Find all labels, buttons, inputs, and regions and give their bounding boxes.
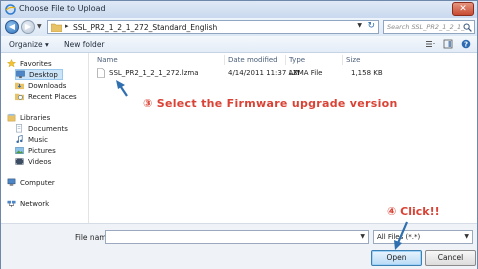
desktop-icon bbox=[16, 70, 25, 79]
navigation-pane: Favorites Desktop Downloads Recent Place… bbox=[1, 53, 89, 223]
sidebar-item-label: Desktop bbox=[29, 70, 58, 79]
file-name: SSL_PR2_1_2_1_272.lzma bbox=[109, 69, 199, 77]
help-icon[interactable]: ? bbox=[461, 39, 471, 49]
search-input[interactable]: Search SSL_PR2_1_2_1_272_Sta... bbox=[383, 20, 475, 34]
new-folder-button[interactable]: New folder bbox=[64, 40, 105, 49]
sidebar-item-label: Network bbox=[20, 199, 50, 208]
column-header-name[interactable]: Name bbox=[97, 56, 118, 64]
documents-icon bbox=[16, 124, 23, 133]
forward-button[interactable]: ▶ bbox=[21, 20, 35, 34]
column-divider[interactable] bbox=[285, 55, 286, 65]
file-type-select[interactable]: All Files (*.*) ▼ bbox=[373, 230, 473, 244]
step3-annotation: ③ Select the Firmware upgrade version bbox=[143, 97, 398, 110]
recent-places-icon bbox=[15, 93, 24, 101]
sidebar-item-recent-places[interactable]: Recent Places bbox=[15, 91, 77, 102]
file-type-dropdown-icon[interactable]: ▼ bbox=[464, 233, 469, 240]
open-button[interactable]: Open bbox=[371, 250, 422, 266]
sidebar-item-videos[interactable]: Videos bbox=[15, 156, 51, 167]
sidebar-item-label: Music bbox=[28, 135, 48, 144]
sidebar-item-downloads[interactable]: Downloads bbox=[15, 80, 66, 91]
column-header-type[interactable]: Type bbox=[289, 56, 305, 64]
pictures-icon bbox=[15, 147, 24, 154]
libraries-icon bbox=[7, 113, 16, 122]
column-header-size[interactable]: Size bbox=[346, 56, 360, 64]
sidebar-item-label: Downloads bbox=[28, 81, 67, 90]
address-bar: ◀ ▶ ▼ ▸ SSL_PR2_1_2_1_272_Standard_Engli… bbox=[1, 18, 477, 36]
sidebar-item-label: Videos bbox=[28, 157, 52, 166]
main-area: Favorites Desktop Downloads Recent Place… bbox=[1, 53, 477, 223]
path-dropdown-icon[interactable]: ▼ bbox=[357, 22, 362, 29]
music-icon bbox=[16, 135, 23, 144]
file-list: Name Date modified Type Size SSL_PR2_1_2… bbox=[90, 53, 477, 223]
sidebar-item-documents[interactable]: Documents bbox=[15, 123, 68, 134]
organize-menu[interactable]: Organize ▾ bbox=[9, 40, 49, 49]
column-divider[interactable] bbox=[224, 55, 225, 65]
folder-icon bbox=[51, 23, 62, 32]
command-bar: Organize ▾ New folder ? bbox=[1, 36, 477, 53]
file-name-panel: File name: ▼ All Files (*.*) ▼ Open Canc… bbox=[1, 223, 477, 269]
file-row[interactable]: SSL_PR2_1_2_1_272.lzma 4/14/2011 11:37 A… bbox=[95, 68, 385, 79]
sidebar-item-music[interactable]: Music bbox=[15, 134, 48, 145]
column-divider[interactable] bbox=[342, 55, 343, 65]
cancel-button[interactable]: Cancel bbox=[425, 250, 476, 266]
file-size: 1,158 KB bbox=[351, 69, 383, 77]
downloads-icon bbox=[15, 82, 24, 90]
close-button[interactable]: ✕ bbox=[452, 2, 474, 16]
sidebar-item-pictures[interactable]: Pictures bbox=[15, 145, 56, 156]
videos-icon bbox=[15, 158, 24, 165]
sidebar-item-libraries[interactable]: Libraries bbox=[7, 112, 50, 123]
breadcrumb[interactable]: SSL_PR2_1_2_1_272_Standard_English bbox=[73, 23, 217, 32]
view-controls: ? bbox=[425, 39, 471, 49]
file-type: LZMA File bbox=[289, 69, 323, 77]
search-icon[interactable] bbox=[463, 23, 472, 32]
sidebar-item-label: Pictures bbox=[28, 146, 56, 155]
search-placeholder: Search SSL_PR2_1_2_1_272_Sta... bbox=[387, 23, 465, 31]
ie-icon bbox=[5, 4, 16, 15]
refresh-icon[interactable]: ↻ bbox=[367, 21, 375, 31]
view-options-icon[interactable] bbox=[425, 39, 435, 49]
sidebar-item-label: Computer bbox=[20, 178, 55, 187]
sidebar-item-label: Libraries bbox=[20, 113, 51, 122]
svg-text:?: ? bbox=[464, 41, 468, 49]
file-name-input[interactable]: ▼ bbox=[105, 230, 369, 244]
file-name-dropdown-icon[interactable]: ▼ bbox=[360, 233, 365, 240]
sidebar-item-label: Favorites bbox=[20, 59, 52, 68]
path-field[interactable]: ▸ SSL_PR2_1_2_1_272_Standard_English ▼ ↻ bbox=[47, 20, 379, 34]
computer-icon bbox=[7, 178, 16, 186]
history-dropdown-icon[interactable]: ▼ bbox=[37, 23, 45, 31]
file-icon bbox=[97, 68, 105, 78]
column-header-date-modified[interactable]: Date modified bbox=[228, 56, 278, 64]
star-icon bbox=[7, 59, 16, 68]
sidebar-item-computer[interactable]: Computer bbox=[7, 177, 55, 188]
preview-pane-icon[interactable] bbox=[443, 39, 453, 49]
window-title: Choose File to Upload bbox=[19, 4, 106, 13]
sidebar-item-label: Documents bbox=[28, 124, 68, 133]
sidebar-item-favorites[interactable]: Favorites bbox=[7, 58, 52, 69]
sidebar-item-desktop[interactable]: Desktop bbox=[15, 69, 63, 80]
breadcrumb-separator-icon: ▸ bbox=[65, 22, 69, 30]
back-button[interactable]: ◀ bbox=[5, 20, 19, 34]
file-upload-dialog: Choose File to Upload ✕ ◀ ▶ ▼ ▸ SSL_PR2_… bbox=[0, 0, 478, 269]
sidebar-item-label: Recent Places bbox=[28, 92, 77, 101]
sidebar-item-network[interactable]: Network bbox=[7, 198, 49, 209]
title-bar: Choose File to Upload ✕ bbox=[1, 1, 477, 18]
network-icon bbox=[7, 200, 16, 208]
file-type-value: All Files (*.*) bbox=[377, 233, 421, 241]
step4-annotation: ④ Click!! bbox=[387, 205, 440, 218]
